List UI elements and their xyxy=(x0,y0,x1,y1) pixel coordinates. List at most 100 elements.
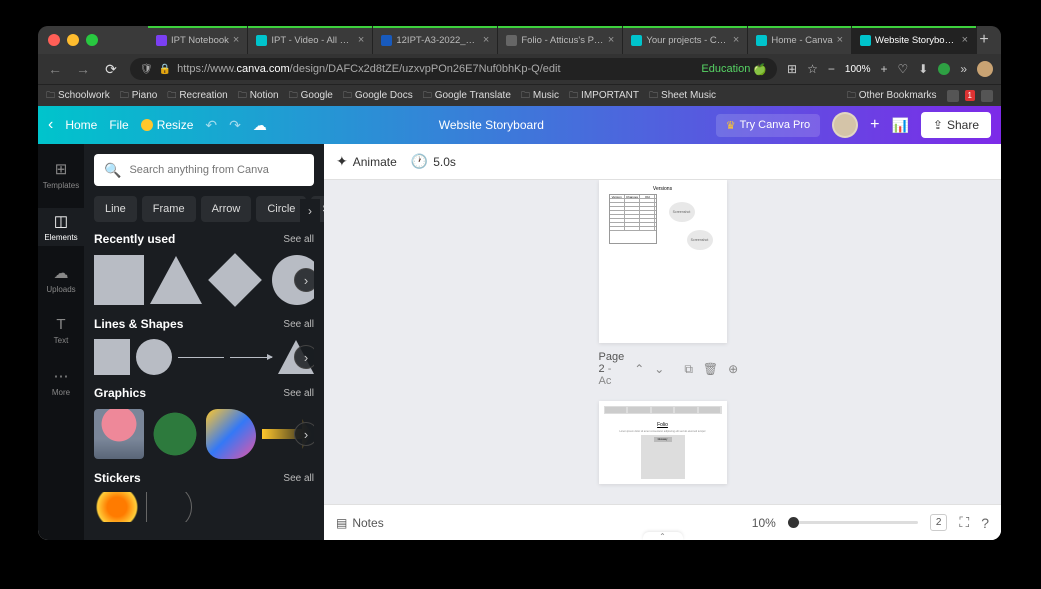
zoom-in-icon[interactable]: + xyxy=(880,62,887,76)
row-scroll-right[interactable]: › xyxy=(294,345,314,369)
back-chevron-icon[interactable]: ‹ xyxy=(48,116,53,134)
page-down-icon[interactable]: ⌄ xyxy=(654,362,664,376)
document-title[interactable]: Website Storyboard xyxy=(439,118,544,132)
cloud-sync-icon[interactable]: ☁ xyxy=(253,117,267,134)
browser-tab[interactable]: Your projects - Canva× xyxy=(623,26,748,54)
notes-button[interactable]: ▤Notes xyxy=(336,516,384,530)
bookmark-item[interactable]: 🗀IMPORTANT xyxy=(569,88,639,104)
zoom-thumb[interactable] xyxy=(788,517,799,528)
extension-icon[interactable] xyxy=(938,63,950,75)
sticker-swirl[interactable] xyxy=(146,492,192,522)
tab-close-icon[interactable]: × xyxy=(483,34,489,46)
filter-chip-arrow[interactable]: Arrow xyxy=(201,196,252,222)
filter-chip-frame[interactable]: Frame xyxy=(142,196,196,222)
url-field[interactable]: 🛡 🔒 https://www.canva.com/design/DAFCx2d… xyxy=(130,58,777,80)
bookmark-item[interactable]: 🗀Schoolwork xyxy=(46,88,110,104)
bookmark-item[interactable]: 🗀Piano xyxy=(120,88,158,104)
browser-tab[interactable]: Website Storyboard - 1× xyxy=(852,26,977,54)
see-all-lines[interactable]: See all xyxy=(283,319,314,330)
canvas-scroll-area[interactable]: Versions VersionChangesOld Version xyxy=(324,180,1001,504)
profile-avatar[interactable] xyxy=(977,61,993,77)
filter-chip-line[interactable]: Line xyxy=(94,196,137,222)
bookmark-item[interactable]: 🗀Google Docs xyxy=(343,88,413,104)
browser-tab[interactable]: IPT - Video - All Docum× xyxy=(248,26,373,54)
see-all-graphics[interactable]: See all xyxy=(283,388,314,399)
file-menu[interactable]: File xyxy=(109,118,128,132)
zoom-slider[interactable] xyxy=(788,521,918,524)
resize-button[interactable]: Resize xyxy=(141,118,194,132)
browser-tab[interactable]: IPT Notebook× xyxy=(148,26,248,54)
page-up-icon[interactable]: ⌃ xyxy=(634,362,644,376)
rail-more[interactable]: ⋯More xyxy=(38,363,84,401)
window-close[interactable] xyxy=(48,34,60,46)
sticker-flower[interactable] xyxy=(94,492,140,522)
shape-square[interactable] xyxy=(94,255,144,305)
zoom-out-icon[interactable]: − xyxy=(828,62,835,76)
page-1-thumb[interactable]: Versions VersionChangesOld Version xyxy=(599,180,727,343)
shape-arrow[interactable] xyxy=(230,357,272,358)
nav-back[interactable]: ← xyxy=(46,61,64,77)
browser-tab[interactable]: Folio - Atticus's Portfo× xyxy=(498,26,623,54)
zoom-level[interactable]: 100% xyxy=(845,64,871,75)
graphic-leaf[interactable] xyxy=(150,409,200,459)
search-box[interactable]: 🔍 xyxy=(94,154,314,186)
zoom-value[interactable]: 10% xyxy=(752,516,776,530)
shape-circle-sm[interactable] xyxy=(136,339,172,375)
shape-square-sm[interactable] xyxy=(94,339,130,375)
fullscreen-icon[interactable]: ⛶ xyxy=(959,514,969,531)
bookmark-item[interactable]: 🗀Recreation xyxy=(167,88,227,104)
search-input[interactable] xyxy=(129,164,304,176)
new-tab-button[interactable]: + xyxy=(977,31,991,49)
extension-badge[interactable]: 1 xyxy=(965,90,975,101)
undo-button[interactable]: ↶ xyxy=(205,117,217,134)
tab-close-icon[interactable]: × xyxy=(608,34,614,46)
pocket-icon[interactable]: ♡ xyxy=(897,62,908,76)
see-all-recent[interactable]: See all xyxy=(283,234,314,245)
user-avatar[interactable] xyxy=(832,112,858,138)
browser-tab[interactable]: 12IPT-A3-2022_Portfo× xyxy=(373,26,498,54)
tab-close-icon[interactable]: × xyxy=(358,34,364,46)
insights-button[interactable]: 📊 xyxy=(891,117,908,134)
bookmark-item[interactable]: 🗀Sheet Music xyxy=(649,88,716,104)
help-icon[interactable]: ? xyxy=(981,515,989,531)
row-scroll-right[interactable]: › xyxy=(294,422,314,446)
home-link[interactable]: Home xyxy=(65,118,97,132)
bookmark-item[interactable]: 🗀Notion xyxy=(238,88,279,104)
duplicate-page-icon[interactable]: ⧉ xyxy=(684,362,693,377)
see-all-stickers[interactable]: See all xyxy=(283,473,314,484)
bookmark-item[interactable]: 🗀Music xyxy=(521,88,559,104)
shape-diamond[interactable] xyxy=(208,253,262,307)
window-minimize[interactable] xyxy=(67,34,79,46)
tab-close-icon[interactable]: × xyxy=(837,34,843,46)
duration-button[interactable]: 🕐5.0s xyxy=(411,153,456,170)
try-pro-button[interactable]: ♛Try Canva Pro xyxy=(716,114,820,137)
delete-page-icon[interactable]: 🗑 xyxy=(703,362,718,376)
bookmark-item[interactable]: 🗀Google Translate xyxy=(423,88,511,104)
expand-pages-handle[interactable]: ⌃ xyxy=(643,532,683,540)
bookmark-star-icon[interactable]: ☆ xyxy=(807,62,818,76)
rail-templates[interactable]: ⊞Templates xyxy=(38,156,84,194)
chips-scroll-right[interactable]: › xyxy=(300,199,320,223)
other-bookmarks[interactable]: 🗀Other Bookmarks xyxy=(847,88,937,104)
row-scroll-right[interactable]: › xyxy=(294,268,314,292)
rail-elements[interactable]: ◫Elements xyxy=(38,208,84,246)
tab-close-icon[interactable]: × xyxy=(233,34,239,46)
qr-icon[interactable]: ⊞ xyxy=(787,62,797,76)
rail-uploads[interactable]: ☁Uploads xyxy=(38,260,84,298)
tab-close-icon[interactable]: × xyxy=(733,34,739,46)
browser-tab[interactable]: Home - Canva× xyxy=(748,26,852,54)
page-label[interactable]: Page 2 - Ac xyxy=(599,351,625,387)
graphic-flowers[interactable] xyxy=(94,409,144,459)
graphic-abstract[interactable] xyxy=(206,409,256,459)
apps-icon[interactable] xyxy=(981,90,993,102)
add-page-icon[interactable]: ⊕ xyxy=(728,362,738,376)
shape-line[interactable] xyxy=(178,357,224,358)
nav-reload[interactable]: ⟳ xyxy=(102,61,120,78)
reading-list-icon[interactable] xyxy=(947,90,959,102)
rail-text[interactable]: TText xyxy=(38,312,84,349)
extensions-overflow-icon[interactable]: » xyxy=(960,62,967,76)
bookmark-item[interactable]: 🗀Google xyxy=(289,88,333,104)
window-maximize[interactable] xyxy=(86,34,98,46)
shape-triangle[interactable] xyxy=(150,256,202,304)
tab-close-icon[interactable]: × xyxy=(962,34,968,46)
